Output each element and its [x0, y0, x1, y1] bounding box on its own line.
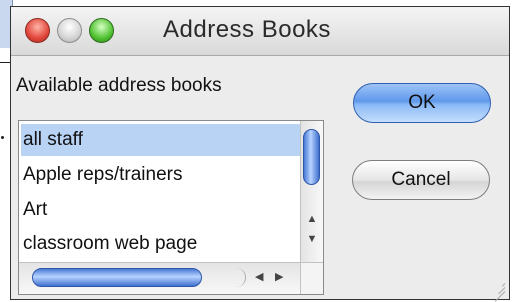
- title-bar[interactable]: Address Books: [11, 7, 509, 56]
- scroll-down-arrow-icon[interactable]: ▼: [305, 233, 319, 245]
- available-books-label: Available address books: [16, 75, 222, 96]
- address-books-dialog: Address Books Available address books al…: [10, 6, 510, 302]
- close-window-icon[interactable]: [25, 18, 50, 43]
- background-dot: [1, 136, 4, 139]
- scroll-right-arrow-icon[interactable]: ▶: [275, 270, 283, 283]
- list-item-all-staff[interactable]: all staff: [21, 124, 303, 156]
- scroll-left-arrow-icon[interactable]: ◀: [255, 270, 263, 283]
- horizontal-scrollbar[interactable]: ◀ ▶: [19, 262, 303, 294]
- list-item-apple-reps[interactable]: Apple reps/trainers: [21, 159, 303, 191]
- vertical-scrollbar[interactable]: ▲ ▼: [300, 121, 323, 264]
- scrollbar-corner: [300, 262, 323, 294]
- zoom-window-icon[interactable]: [89, 18, 114, 43]
- cancel-button[interactable]: Cancel: [352, 160, 490, 200]
- address-book-list[interactable]: all staff Apple reps/trainers Art classr…: [18, 120, 324, 295]
- minimize-window-icon[interactable]: [57, 18, 82, 43]
- vertical-scroll-thumb[interactable]: [303, 129, 320, 185]
- scroll-up-arrow-icon[interactable]: ▲: [305, 213, 319, 225]
- scroll-track-end: [231, 268, 246, 287]
- window-title: Address Books: [163, 16, 331, 43]
- list-item-classroom-web-page[interactable]: classroom web page: [21, 228, 303, 260]
- horizontal-scroll-thumb[interactable]: [32, 268, 202, 287]
- ok-button[interactable]: OK: [353, 83, 491, 123]
- resize-grip-icon[interactable]: [489, 279, 506, 302]
- list-item-art[interactable]: Art: [21, 194, 303, 226]
- background-window-fragment: [0, 48, 10, 63]
